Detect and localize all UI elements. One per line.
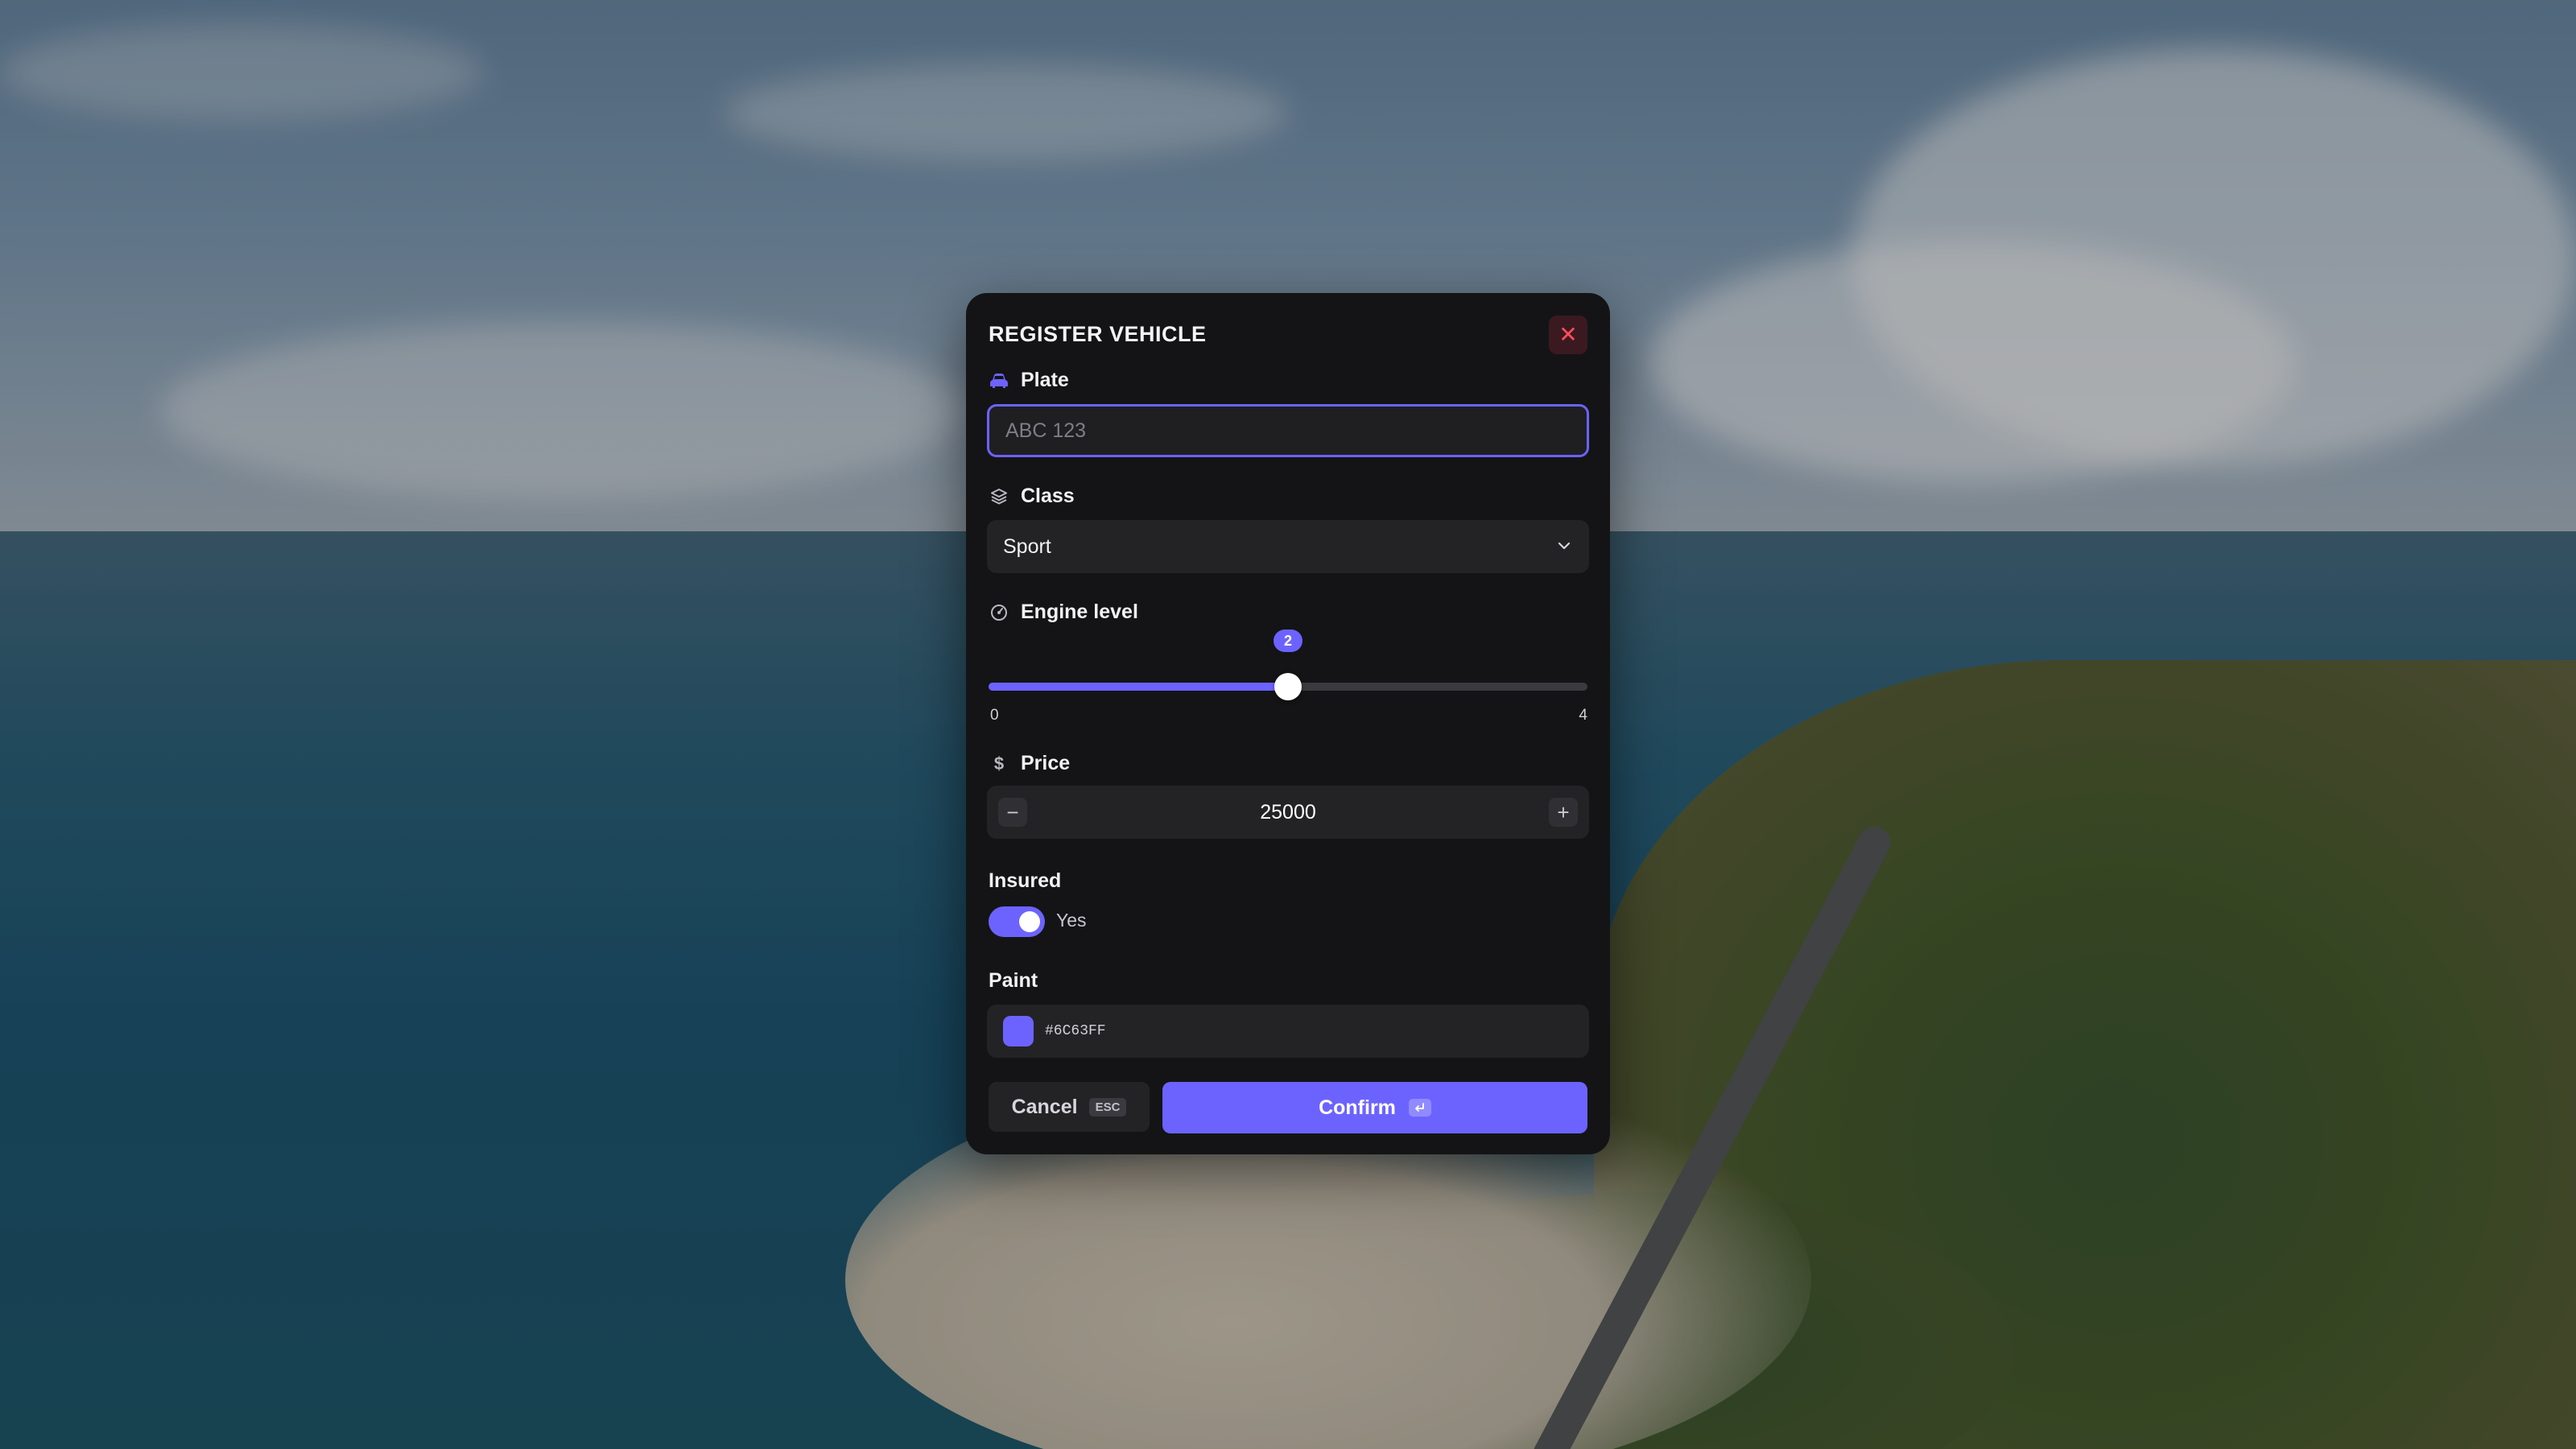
layers-icon bbox=[989, 486, 1009, 507]
slider-min-label: 0 bbox=[990, 707, 999, 724]
confirm-label: Confirm bbox=[1319, 1096, 1396, 1119]
paint-label: Paint bbox=[989, 969, 1038, 992]
cancel-label: Cancel bbox=[1011, 1095, 1078, 1118]
minus-icon: − bbox=[1006, 800, 1019, 824]
decrement-button[interactable]: − bbox=[998, 798, 1027, 827]
engine-level-slider[interactable]: 2 bbox=[989, 630, 1587, 700]
slider-value-bubble: 2 bbox=[1274, 630, 1302, 652]
class-select[interactable]: Sport bbox=[987, 520, 1589, 573]
paint-hex-value: #6C63FF bbox=[1045, 1023, 1106, 1039]
confirm-button[interactable]: Confirm bbox=[1162, 1082, 1587, 1133]
toggle-knob bbox=[1019, 911, 1040, 932]
insured-state-text: Yes bbox=[1056, 910, 1087, 931]
slider-fill bbox=[989, 683, 1288, 691]
plate-label: Plate bbox=[989, 369, 1069, 392]
color-swatch[interactable] bbox=[1003, 1016, 1034, 1046]
plus-icon: + bbox=[1557, 800, 1570, 824]
plate-input[interactable] bbox=[987, 404, 1589, 457]
engine-level-label-text: Engine level bbox=[1021, 601, 1138, 623]
class-label-text: Class bbox=[1021, 485, 1075, 507]
price-label: $ Price bbox=[989, 752, 1070, 775]
price-label-text: Price bbox=[1021, 752, 1071, 774]
plate-label-text: Plate bbox=[1021, 369, 1069, 391]
increment-button[interactable]: + bbox=[1549, 798, 1578, 827]
enter-key-icon bbox=[1408, 1099, 1431, 1117]
esc-key-hint: ESC bbox=[1088, 1097, 1127, 1117]
price-stepper: − 25000 + bbox=[987, 786, 1589, 839]
paint-color-picker[interactable]: #6C63FF bbox=[987, 1005, 1589, 1058]
chevron-down-icon bbox=[1557, 535, 1571, 559]
cancel-button[interactable]: Cancel ESC bbox=[989, 1082, 1150, 1132]
class-label: Class bbox=[989, 485, 1075, 508]
gauge-icon bbox=[989, 602, 1009, 623]
engine-level-label: Engine level bbox=[989, 601, 1138, 624]
insured-label: Insured bbox=[989, 869, 1062, 892]
dollar-icon: $ bbox=[993, 753, 1005, 774]
close-button[interactable]: ✕ bbox=[1549, 316, 1587, 354]
price-value[interactable]: 25000 bbox=[1260, 801, 1316, 824]
close-icon: ✕ bbox=[1558, 322, 1578, 347]
dialog-title: REGISTER VEHICLE bbox=[989, 322, 1207, 346]
register-vehicle-dialog: REGISTER VEHICLE ✕ Plate Class Sport Eng… bbox=[966, 293, 1610, 1154]
class-selected-value: Sport bbox=[1003, 535, 1051, 558]
slider-thumb[interactable] bbox=[1274, 673, 1302, 700]
insured-toggle[interactable] bbox=[989, 906, 1045, 937]
slider-max-label: 4 bbox=[1579, 707, 1587, 724]
car-icon bbox=[989, 370, 1009, 391]
